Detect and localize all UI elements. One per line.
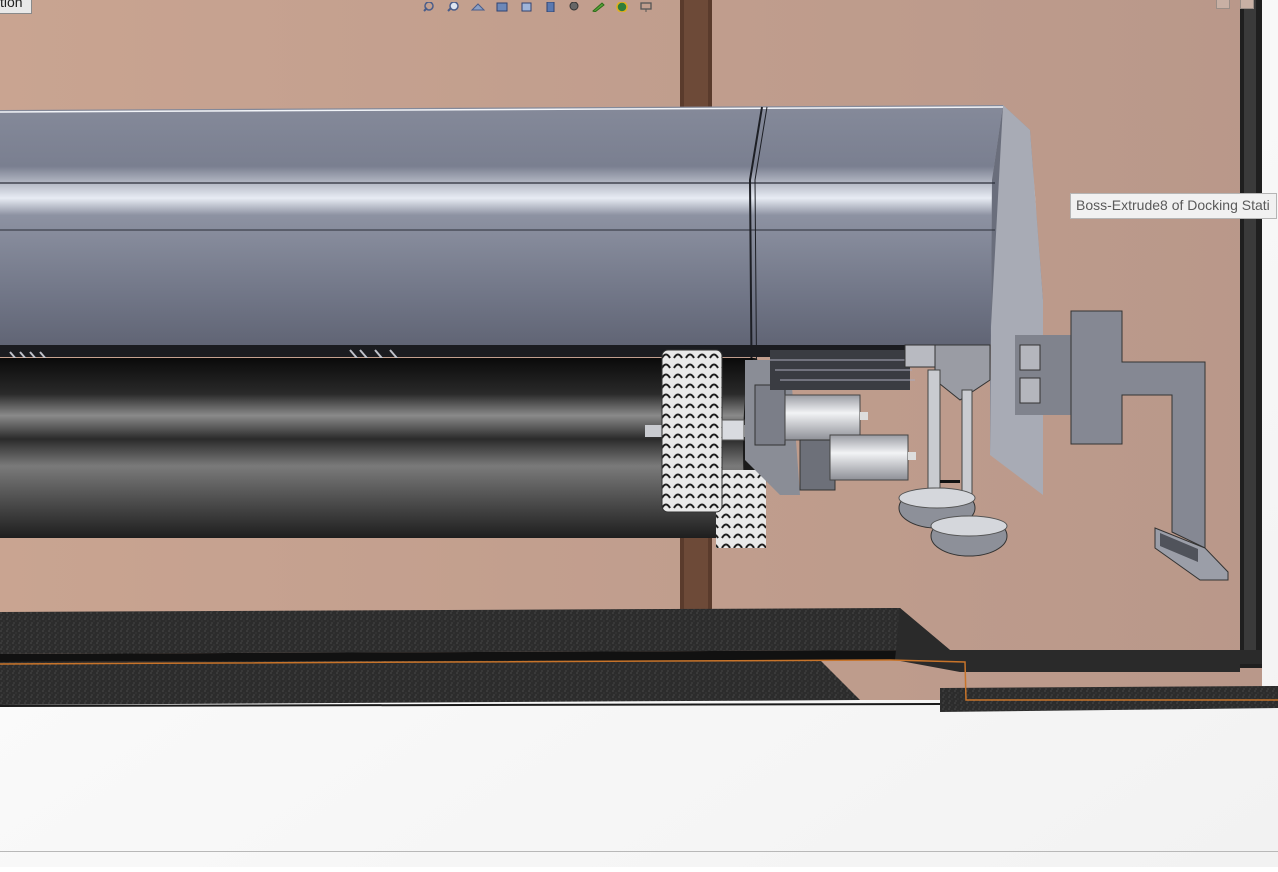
section-view-icon[interactable] xyxy=(492,0,512,12)
restore-icon[interactable] xyxy=(1216,0,1230,9)
view-settings-icon[interactable] xyxy=(636,0,656,12)
panel-tab[interactable]: tion xyxy=(0,0,32,14)
display-style-icon[interactable] xyxy=(540,0,560,12)
panel-tab-label: tion xyxy=(0,0,23,10)
zoom-to-fit-icon[interactable] xyxy=(420,0,440,12)
edit-appearance-icon[interactable] xyxy=(588,0,608,12)
heads-up-view-toolbar xyxy=(420,0,656,12)
previous-view-icon[interactable] xyxy=(468,0,488,12)
model-view[interactable] xyxy=(0,0,1278,867)
viewport-window-controls xyxy=(1216,0,1254,9)
zoom-to-area-icon[interactable] xyxy=(444,0,464,12)
hide-show-items-icon[interactable] xyxy=(564,0,584,12)
view-orientation-icon[interactable] xyxy=(516,0,536,12)
status-bar-divider xyxy=(0,851,1278,852)
apply-scene-icon[interactable] xyxy=(612,0,632,12)
maximize-icon[interactable] xyxy=(1240,0,1254,9)
drive-roller[interactable] xyxy=(0,358,767,538)
graphics-viewport[interactable]: tion Boss-Extrude8 of Docking Stati xyxy=(0,0,1278,867)
feature-tooltip: Boss-Extrude8 of Docking Stati xyxy=(1070,193,1277,219)
